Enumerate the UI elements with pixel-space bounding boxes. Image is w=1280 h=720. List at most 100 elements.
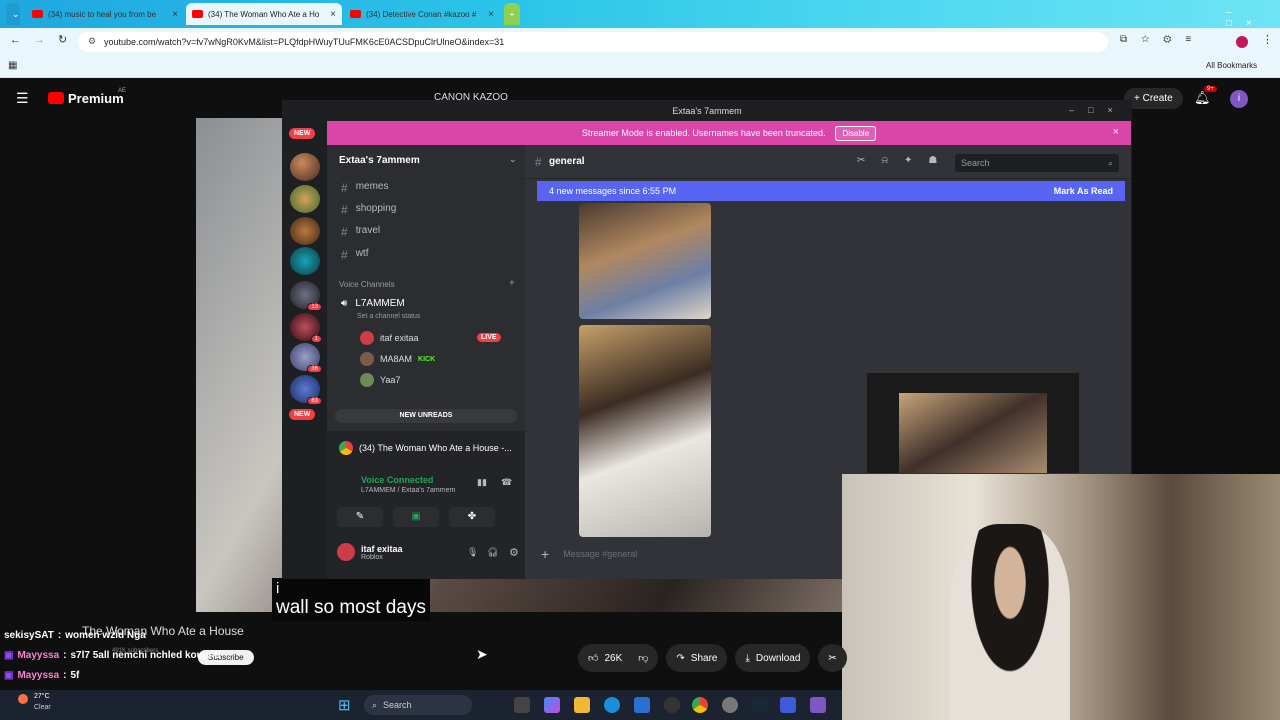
like-button[interactable]: 👍︎ 26K 👎︎ xyxy=(578,644,659,672)
message-input[interactable]: + Message #general xyxy=(541,541,841,567)
task-view-icon[interactable] xyxy=(514,697,530,713)
chevron-down-icon[interactable]: ⌄ xyxy=(509,154,517,165)
weather-temp[interactable]: 27°C xyxy=(34,693,50,700)
windows-start-icon[interactable]: ⊞ xyxy=(338,696,351,714)
tab-1[interactable]: (34) music to heal you from be × xyxy=(26,3,184,25)
vscode-icon[interactable] xyxy=(780,697,796,713)
weather-icon[interactable] xyxy=(18,694,28,704)
menu-icon[interactable]: ⋮ xyxy=(1262,33,1273,46)
app-icon[interactable] xyxy=(810,697,826,713)
voice-status[interactable]: Voice Connected xyxy=(361,475,433,485)
site-info-icon[interactable]: ⚙ xyxy=(88,36,96,47)
chrome-icon[interactable] xyxy=(692,697,708,713)
close-icon[interactable]: × xyxy=(1113,126,1119,138)
hamburger-icon[interactable]: ☰ xyxy=(16,90,29,107)
add-attachment-icon[interactable]: + xyxy=(541,546,549,562)
server-icon-4[interactable] xyxy=(290,247,320,275)
streamer-figure xyxy=(950,524,1070,720)
window-controls[interactable]: –□× xyxy=(1226,7,1280,29)
server-icon-2[interactable] xyxy=(290,185,320,213)
camera-off-button[interactable]: ✎ xyxy=(337,507,383,527)
thumbs-down-icon[interactable]: 👎︎ xyxy=(638,652,648,664)
toolbar-icons[interactable]: ⧉☆⚙≡ xyxy=(1120,34,1205,45)
voice-user-1[interactable]: itaf exitaa xyxy=(360,331,419,345)
server-icon-1[interactable] xyxy=(290,153,320,181)
back-icon[interactable]: ← xyxy=(10,34,21,46)
voice-user-2[interactable]: MA8AM KICK xyxy=(360,352,435,366)
url-field[interactable]: ⚙ youtube.com/watch?v=fv7wNgR0KvM&list=P… xyxy=(78,32,1108,52)
youtube-logo-icon[interactable] xyxy=(48,92,64,104)
voice-channels-header[interactable]: Voice Channels xyxy=(339,280,395,289)
taskbar-search[interactable]: ⌕ Search xyxy=(364,695,472,715)
channel-status[interactable]: Set a channel status xyxy=(357,313,420,320)
channel-memes[interactable]: # memes xyxy=(341,181,388,195)
create-button[interactable]: + Create xyxy=(1124,88,1183,109)
twitch-icon: ▣ xyxy=(4,650,14,661)
server-icon-7[interactable]: 36 xyxy=(290,343,322,373)
download-icon: ⤓ xyxy=(745,652,750,664)
search-input[interactable]: Search ⌕ xyxy=(955,154,1119,172)
close-icon[interactable]: × xyxy=(330,9,336,20)
new-messages-text: 4 new messages since 6:55 PM xyxy=(549,186,677,196)
voice-user-3[interactable]: Yaa7 xyxy=(360,373,400,387)
settings-icon[interactable] xyxy=(722,697,738,713)
profile-avatar[interactable] xyxy=(1236,36,1248,48)
copilot-icon[interactable] xyxy=(544,697,560,713)
share-button[interactable]: ↷ Share xyxy=(666,644,728,672)
search-icon: ⌕ xyxy=(372,699,378,710)
activities-button[interactable]: ✤ xyxy=(449,507,495,527)
header-icons[interactable]: ✂⍾✦☗ xyxy=(857,155,953,166)
edge-icon[interactable] xyxy=(604,697,620,713)
steam-icon[interactable] xyxy=(752,697,768,713)
server-icon-3[interactable] xyxy=(290,217,320,245)
screen-share-button[interactable]: ▣ xyxy=(393,507,439,527)
store-icon[interactable] xyxy=(634,697,650,713)
close-icon[interactable]: × xyxy=(488,9,494,20)
hash-icon: # xyxy=(341,203,348,217)
tab-3[interactable]: (34) Detective Conan #kazoo # × xyxy=(344,3,500,25)
server-icon-5[interactable]: 13 xyxy=(290,281,322,311)
reload-icon[interactable]: ↻ xyxy=(58,33,67,46)
gear-icon[interactable]: ⚙ xyxy=(509,546,519,559)
new-messages-bar[interactable]: 4 new messages since 6:55 PM Mark As Rea… xyxy=(537,181,1125,201)
server-icon-6[interactable]: 1 xyxy=(290,313,322,343)
video-actions: 👍︎ 26K 👎︎ ↷ Share ⤓ Download ✂ xyxy=(578,644,847,672)
share-icon: ↷ xyxy=(676,652,685,664)
account-avatar[interactable]: i xyxy=(1230,90,1248,108)
server-icon-8[interactable]: 83 xyxy=(290,375,322,405)
add-channel-icon[interactable]: + xyxy=(509,278,515,289)
signal-icon[interactable]: ▮▮ xyxy=(477,477,487,488)
close-icon[interactable]: × xyxy=(172,9,178,20)
headphones-icon[interactable]: 🎧︎ xyxy=(487,547,498,558)
disconnect-icon[interactable]: ☎ xyxy=(501,477,512,488)
channel-wtf[interactable]: # wtf xyxy=(341,248,368,262)
clip-button[interactable]: ✂ xyxy=(818,644,847,672)
forward-icon[interactable]: → xyxy=(34,34,45,46)
activity-row[interactable]: (34) The Woman Who Ate a House -... xyxy=(339,441,512,455)
new-unreads-pill[interactable]: NEW UNREADS xyxy=(335,409,517,423)
bell-icon[interactable]: 🔔︎ xyxy=(1194,90,1211,106)
discord-window-controls[interactable]: –□× xyxy=(1069,105,1127,115)
mark-as-read-button[interactable]: Mark As Read xyxy=(1054,186,1113,196)
apps-icon[interactable]: ▦ xyxy=(8,60,17,71)
new-tab-button[interactable]: + xyxy=(504,3,520,25)
channel-travel[interactable]: # travel xyxy=(341,225,380,239)
attachment-image-2[interactable] xyxy=(579,325,711,537)
all-bookmarks[interactable]: All Bookmarks xyxy=(1206,61,1257,70)
server-badge: 1 xyxy=(310,335,322,343)
channel-shopping[interactable]: # shopping xyxy=(341,203,396,217)
attachment-image-1[interactable] xyxy=(579,203,711,319)
current-user[interactable]: itaf exitaa Roblox xyxy=(337,543,403,561)
youtube-logo-text[interactable]: Premium xyxy=(68,91,124,106)
tab-search-icon[interactable]: ⌄ xyxy=(6,3,20,25)
activity-title: (34) The Woman Who Ate a House -... xyxy=(359,443,512,453)
mic-icon[interactable]: 🎙︎ xyxy=(467,547,478,558)
tab-2[interactable]: (34) The Woman Who Ate a Ho × xyxy=(186,3,342,25)
server-name[interactable]: Extaa's 7ammem xyxy=(339,155,420,166)
obs-icon[interactable] xyxy=(664,697,680,713)
file-explorer-icon[interactable] xyxy=(574,697,590,713)
download-button[interactable]: ⤓ Download xyxy=(735,644,811,672)
disable-button[interactable]: Disable xyxy=(835,125,877,141)
voice-channel[interactable]: 🔊︎ L7AMMEM xyxy=(341,298,405,309)
discord-titlebar: Extaa's 7ammem –□× xyxy=(283,101,1131,121)
